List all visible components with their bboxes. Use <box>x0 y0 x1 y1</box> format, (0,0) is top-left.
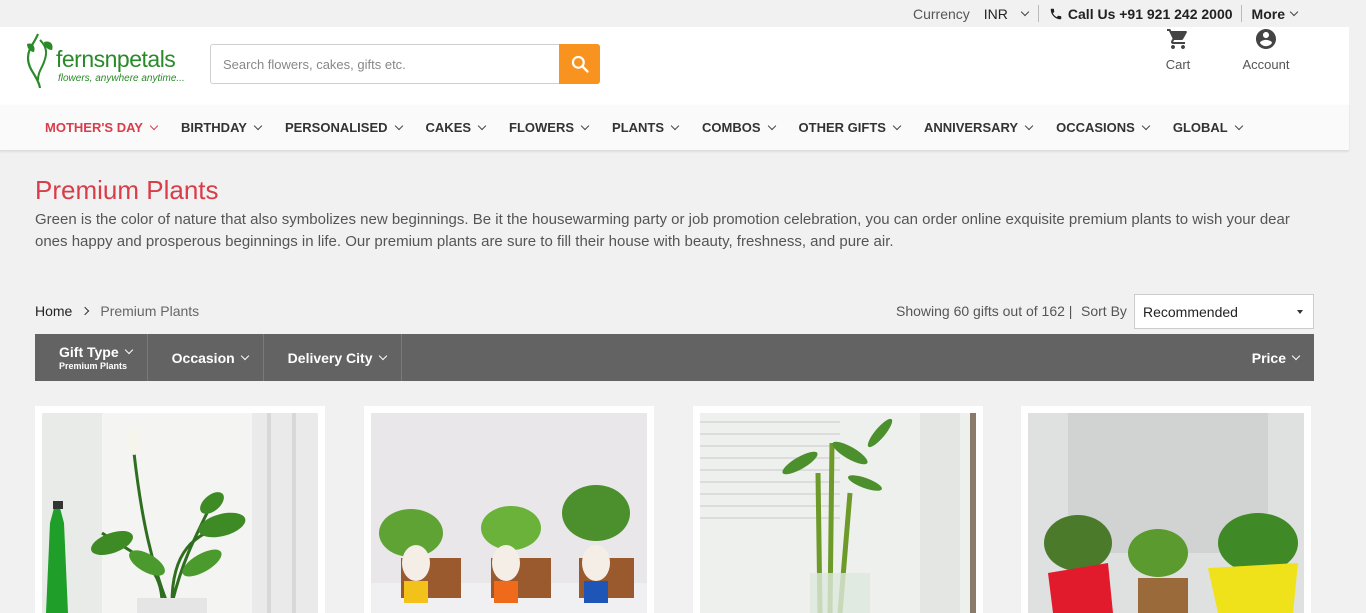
page-title: Premium Plants <box>35 175 219 205</box>
nav-label: ANNIVERSARY <box>923 120 1019 135</box>
product-image[interactable] <box>1028 413 1304 613</box>
chevron-down-icon <box>253 121 263 130</box>
site-logo[interactable]: fernsnpetals flowers, anywhere anytime..… <box>24 30 194 90</box>
filter-delivery-city[interactable]: Delivery City <box>264 334 402 381</box>
product-image[interactable] <box>42 413 318 613</box>
search-box <box>210 44 600 84</box>
main-navigation: MOTHER'S DAY BIRTHDAY PERSONALISED CAKES… <box>0 105 1349 151</box>
cart-label: Cart <box>1165 57 1191 72</box>
call-us-label: Call Us +91 921 242 2000 <box>1067 5 1233 22</box>
breadcrumb-current: Premium Plants <box>100 303 200 319</box>
chevron-down-icon <box>240 351 249 360</box>
nav-label: PERSONALISED <box>284 120 388 135</box>
nav-item-anniversary[interactable]: ANNIVERSARY <box>923 120 1034 135</box>
logo-wordmark: fernsnpetals <box>56 46 176 72</box>
chevron-down-icon <box>1289 7 1299 16</box>
filter-gift-type[interactable]: Gift Type Premium Plants <box>35 334 148 381</box>
chevron-down-icon <box>1291 351 1301 360</box>
product-card[interactable] <box>35 406 325 613</box>
nav-item-other-gifts[interactable]: OTHER GIFTS <box>798 120 902 135</box>
more-label: More <box>1251 5 1285 22</box>
caret-down-icon <box>1297 309 1303 314</box>
nav-label: COMBOS <box>702 120 761 135</box>
currency-selector[interactable]: Currency INR <box>913 6 1038 22</box>
results-count: Showing 60 gifts out of 162 | <box>896 303 1073 319</box>
chevron-down-icon[interactable] <box>1020 7 1030 16</box>
logo-tagline: flowers, anywhere anytime... <box>58 73 185 84</box>
chevron-down-icon <box>670 121 680 130</box>
phone-icon <box>1050 8 1062 19</box>
page-description: Green is the color of nature that also s… <box>35 211 1290 250</box>
chevron-right-icon <box>81 306 90 316</box>
product-image[interactable] <box>371 413 647 613</box>
top-utility-bar: Currency INR Call Us +91 921 242 2000 Mo… <box>0 0 1349 27</box>
sort-label: Sort By <box>1081 303 1127 319</box>
chevron-down-icon <box>124 345 133 355</box>
search-input[interactable] <box>211 45 559 83</box>
chevron-down-icon <box>580 121 590 130</box>
nav-item-plants[interactable]: PLANTS <box>612 120 680 135</box>
filter-price[interactable]: Price <box>1252 334 1314 381</box>
nav-item-birthday[interactable]: BIRTHDAY <box>180 120 263 135</box>
filter-selected-value: Premium Plants <box>59 361 128 371</box>
nav-label: OCCASIONS <box>1056 120 1135 135</box>
product-card[interactable] <box>693 406 983 613</box>
chevron-down-icon <box>892 121 902 130</box>
search-button[interactable] <box>559 44 600 84</box>
nav-item-mothers-day[interactable]: MOTHER'S DAY <box>45 120 159 135</box>
account-label: Account <box>1242 57 1290 72</box>
nav-label: OTHER GIFTS <box>798 120 886 135</box>
nav-label: PLANTS <box>612 120 665 135</box>
chevron-down-icon <box>1234 121 1243 130</box>
nav-item-combos[interactable]: COMBOS <box>702 120 776 135</box>
nav-item-flowers[interactable]: FLOWERS <box>509 120 590 135</box>
nav-label: FLOWERS <box>509 120 575 135</box>
nav-label: BIRTHDAY <box>180 120 247 135</box>
filter-label: Occasion <box>171 349 235 366</box>
filter-occasion[interactable]: Occasion <box>148 334 264 381</box>
filter-label: Price <box>1251 349 1286 366</box>
sort-select[interactable]: Recommended <box>1134 294 1314 329</box>
nav-item-personalised[interactable]: PERSONALISED <box>284 120 403 135</box>
currency-value[interactable]: INR <box>984 6 1008 22</box>
chevron-down-icon <box>378 351 387 360</box>
product-card[interactable] <box>1021 406 1311 613</box>
product-image[interactable] <box>700 413 976 613</box>
filter-label: Delivery City <box>287 349 373 366</box>
nav-label: CAKES <box>425 120 472 135</box>
breadcrumb-home[interactable]: Home <box>35 303 72 319</box>
chevron-down-icon <box>394 121 403 130</box>
filter-bar: Gift Type Premium Plants Occasion Delive… <box>35 334 1314 381</box>
breadcrumb: Home Premium Plants <box>35 303 199 319</box>
account-button[interactable]: Account <box>1236 27 1296 72</box>
product-card[interactable] <box>364 406 654 613</box>
chevron-down-icon <box>1024 121 1034 130</box>
site-header: fernsnpetals flowers, anywhere anytime..… <box>0 27 1349 105</box>
chevron-down-icon <box>767 121 776 130</box>
nav-label: GLOBAL <box>1172 120 1228 135</box>
search-icon <box>571 55 589 73</box>
chevron-down-icon <box>149 121 159 130</box>
nav-item-cakes[interactable]: CAKES <box>425 120 487 135</box>
more-menu[interactable]: More <box>1242 6 1349 22</box>
sort-value: Recommended <box>1143 303 1238 320</box>
fnp-leaf-logo-icon <box>26 33 53 89</box>
nav-item-occasions[interactable]: OCCASIONS <box>1056 120 1151 135</box>
call-us-link[interactable]: Call Us +91 921 242 2000 <box>1039 6 1241 22</box>
chevron-down-icon <box>1141 121 1151 130</box>
cart-icon <box>1167 29 1187 49</box>
account-icon <box>1256 29 1276 49</box>
cart-button[interactable]: Cart <box>1155 27 1201 72</box>
nav-label: MOTHER'S DAY <box>45 120 143 135</box>
nav-item-global[interactable]: GLOBAL <box>1172 120 1243 135</box>
chevron-down-icon <box>477 121 487 130</box>
currency-label: Currency <box>912 5 970 22</box>
filter-label: Gift Type <box>59 344 119 360</box>
